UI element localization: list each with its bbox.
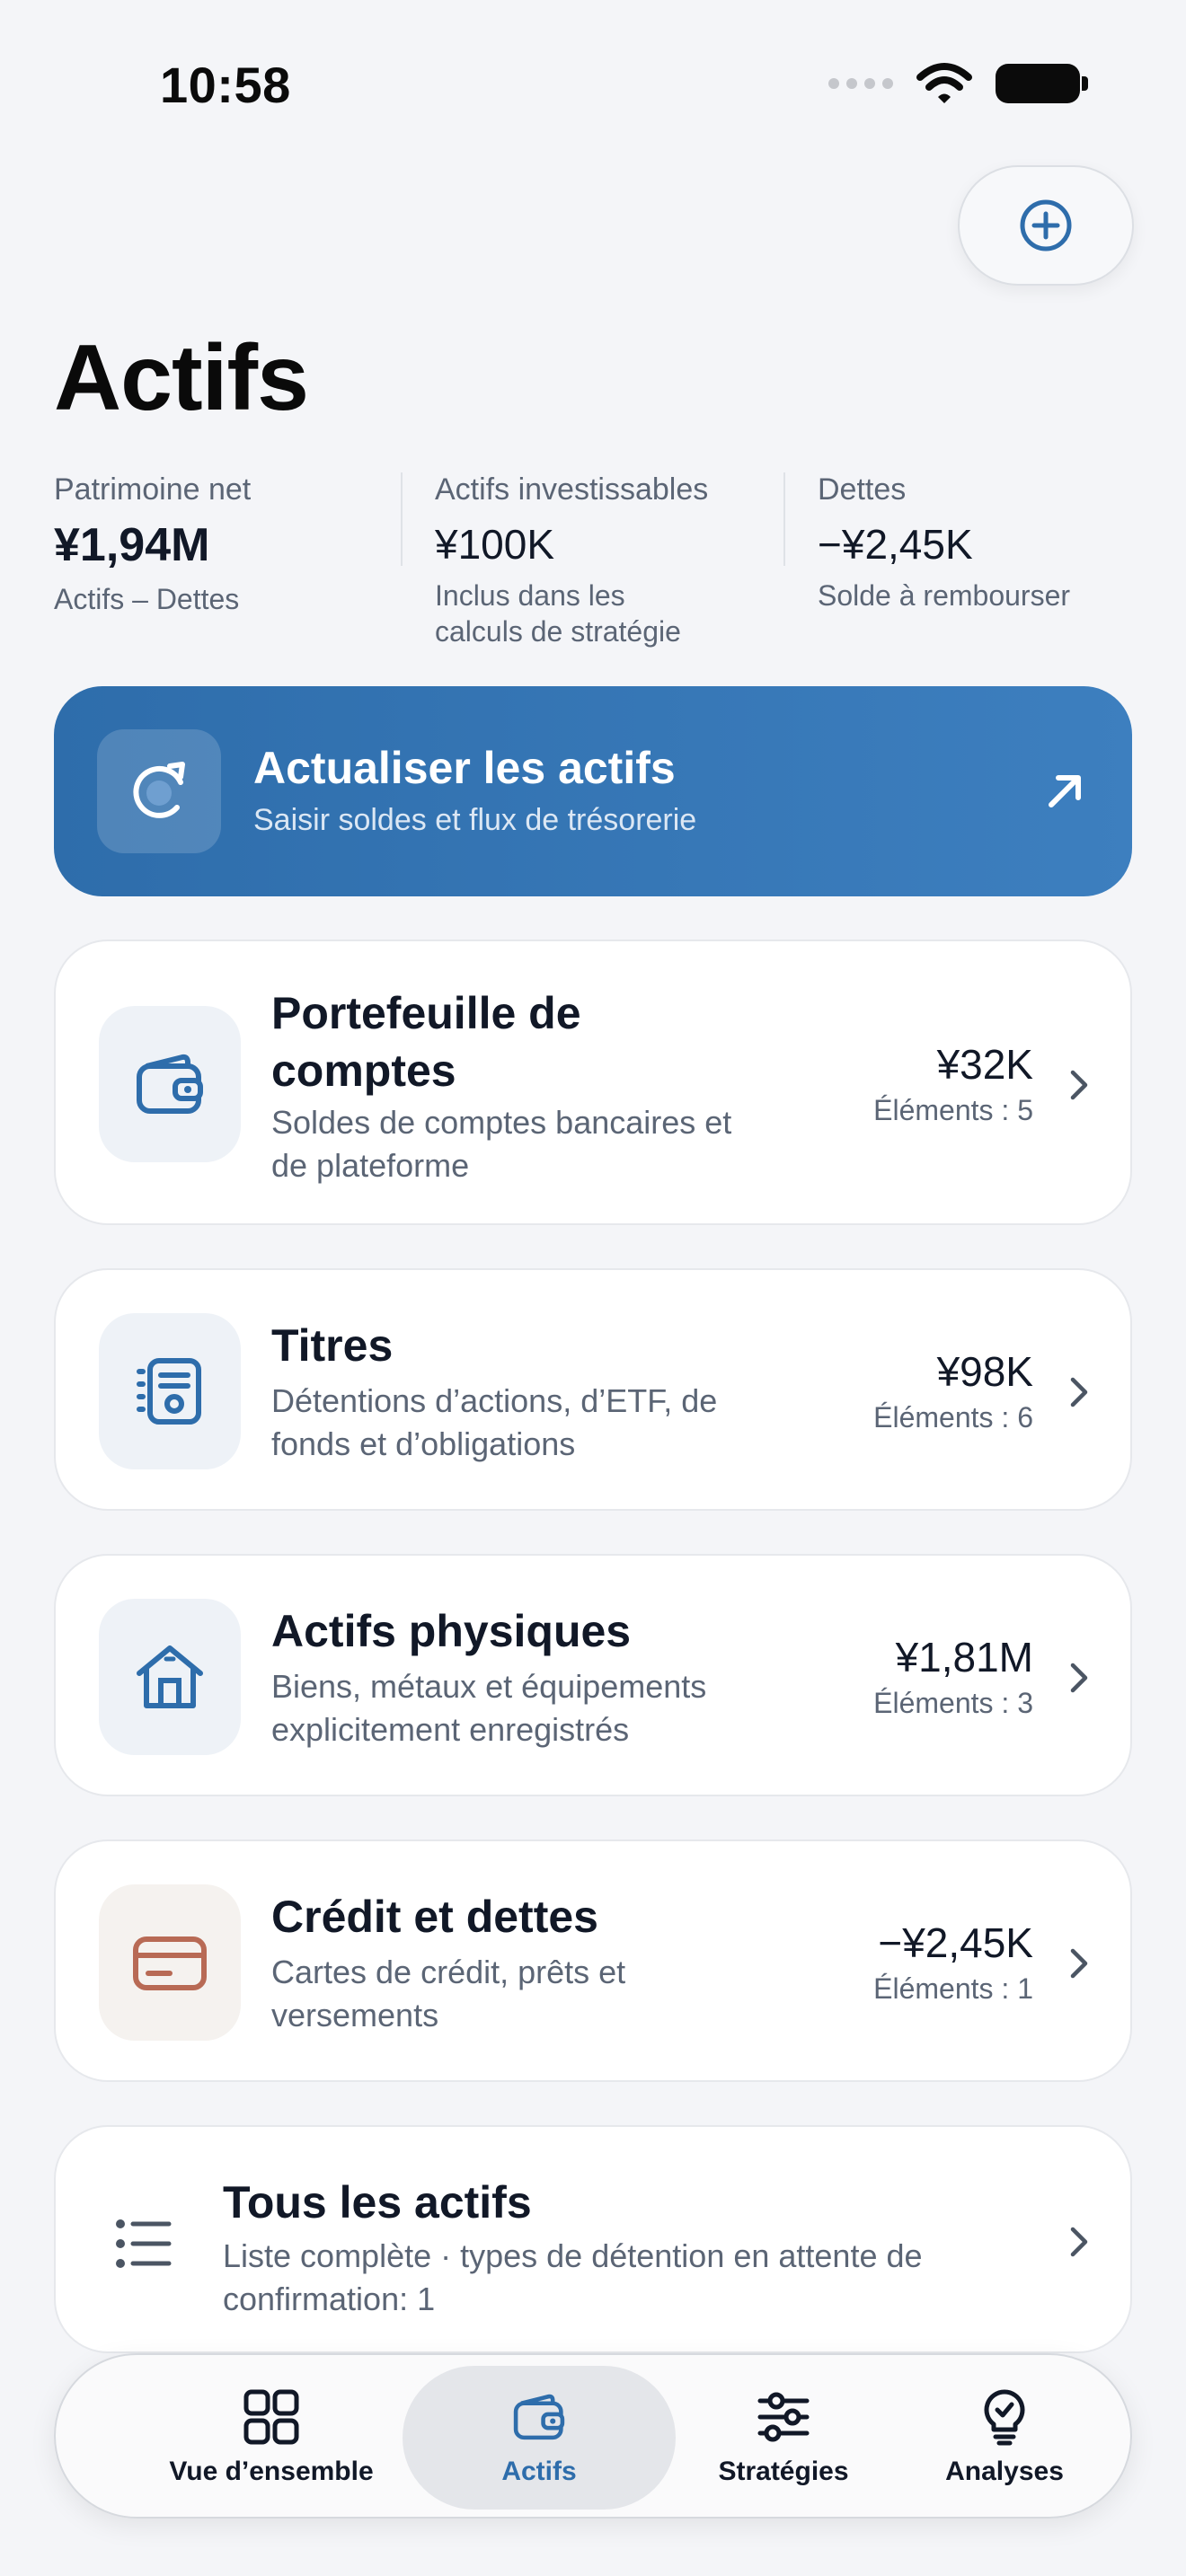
category-card-physical[interactable]: Actifs physiques Biens, métaux et équipe… (54, 1554, 1132, 1796)
category-title: Portefeuille de comptes (271, 988, 581, 1096)
all-assets-description: Liste complète · types de détention en a… (223, 2237, 923, 2317)
tab-label: Actifs (501, 2457, 577, 2486)
debts-label: Dettes (818, 472, 907, 507)
refresh-assets-button[interactable]: Actualiser les actifs Saisir soldes et f… (54, 686, 1132, 896)
list-icon (116, 2219, 172, 2268)
category-value: −¥2,45K (878, 1919, 1033, 1966)
tab-strategies[interactable]: Stratégies (685, 2366, 882, 2510)
tab-assets[interactable]: Actifs (403, 2366, 676, 2510)
category-description: Détentions d’actions, d’ETF, de fonds et… (271, 1382, 718, 1462)
category-value: ¥1,81M (895, 1634, 1033, 1681)
category-count: Éléments : 6 (873, 1401, 1033, 1434)
net-worth-label: Patrimoine net (54, 472, 252, 507)
status-time: 10:58 (160, 57, 291, 113)
refresh-icon-box (97, 729, 221, 853)
chevron-right-icon (1070, 2227, 1088, 2257)
investable-sub: Inclus dans les calculs de stratégie (435, 579, 681, 648)
category-count: Éléments : 3 (873, 1687, 1033, 1719)
arrow-up-right-icon (1049, 775, 1081, 807)
refresh-title: Actualiser les actifs (253, 743, 676, 793)
sliders-icon (757, 2392, 810, 2442)
add-asset-button[interactable] (958, 165, 1134, 286)
category-title: Crédit et dettes (271, 1892, 598, 1942)
tab-analyses[interactable]: Analyses (906, 2366, 1103, 2510)
credit-card-icon (133, 1936, 207, 1990)
tab-label: Stratégies (718, 2457, 849, 2486)
lightbulb-icon (984, 2389, 1025, 2446)
summary-divider (783, 472, 785, 566)
debts-value: −¥2,45K (818, 521, 973, 568)
summary-divider (401, 472, 403, 566)
chevron-right-icon (1070, 1948, 1088, 1979)
all-assets-title: Tous les actifs (223, 2177, 532, 2228)
battery-icon (996, 64, 1088, 103)
net-worth-sub: Actifs – Dettes (54, 583, 240, 615)
refresh-icon (133, 762, 185, 818)
category-description: Cartes de crédit, prêts et versements (271, 1954, 626, 2033)
refresh-subtitle: Saisir soldes et flux de trésorerie (253, 803, 697, 837)
credit-icon-box (99, 1884, 241, 2041)
assets-screen: 10:58 Actifs Patrimoine net ¥1,94M Actif… (0, 0, 1186, 2576)
category-value: ¥32K (936, 1041, 1033, 1088)
tab-label: Analyses (945, 2457, 1064, 2486)
house-icon (137, 1645, 203, 1708)
investable-value: ¥100K (435, 521, 555, 568)
accounts-icon-box (99, 1006, 241, 1162)
category-title: Actifs physiques (271, 1606, 632, 1656)
all-assets-card[interactable]: Tous les actifs Liste complète · types d… (54, 2125, 1132, 2353)
status-indicators (828, 63, 1088, 104)
category-value: ¥98K (936, 1348, 1033, 1395)
debts-sub: Solde à rembourser (818, 579, 1071, 612)
category-description: Soldes de comptes bancaires et de platef… (271, 1104, 732, 1184)
category-count: Éléments : 5 (873, 1094, 1033, 1126)
investable-label: Actifs investissables (435, 472, 709, 507)
wallet-icon (137, 1054, 203, 1114)
assets-summary: Patrimoine net ¥1,94M Actifs – Dettes Ac… (54, 472, 1132, 648)
securities-icon-box (99, 1313, 241, 1469)
category-card-securities[interactable]: Titres Détentions d’actions, d’ETF, de f… (54, 1268, 1132, 1511)
debts-metric: Dettes −¥2,45K Solde à rembourser (818, 472, 1177, 613)
chevron-right-icon (1070, 1663, 1088, 1693)
cellular-signal-icon (828, 78, 893, 89)
physical-icon-box (99, 1599, 241, 1755)
net-worth-value: ¥1,94M (54, 519, 210, 571)
grid-icon (243, 2389, 299, 2445)
plus-circle-icon (1020, 199, 1072, 251)
wallet-icon (513, 2394, 565, 2440)
category-description: Biens, métaux et équipements expliciteme… (271, 1668, 707, 1748)
category-card-accounts[interactable]: Portefeuille de comptes Soldes de compte… (54, 940, 1132, 1225)
wifi-icon (916, 63, 972, 103)
chevron-right-icon (1070, 1377, 1088, 1407)
page-title: Actifs (54, 326, 309, 430)
category-count: Éléments : 1 (873, 1972, 1033, 2005)
chevron-right-icon (1070, 1070, 1088, 1100)
investable-metric: Actifs investissables ¥100K Inclus dans … (435, 472, 794, 649)
bottom-tab-bar: Vue d’ensemble Actifs Stratégies Analyse… (54, 2353, 1132, 2519)
securities-icon (137, 1358, 201, 1425)
tab-overview[interactable]: Vue d’ensemble (155, 2366, 388, 2510)
category-card-credit[interactable]: Crédit et dettes Cartes de crédit, prêts… (54, 1839, 1132, 2082)
net-worth-metric: Patrimoine net ¥1,94M Actifs – Dettes (54, 472, 395, 617)
category-title: Titres (271, 1320, 394, 1371)
tab-label: Vue d’ensemble (169, 2457, 374, 2486)
